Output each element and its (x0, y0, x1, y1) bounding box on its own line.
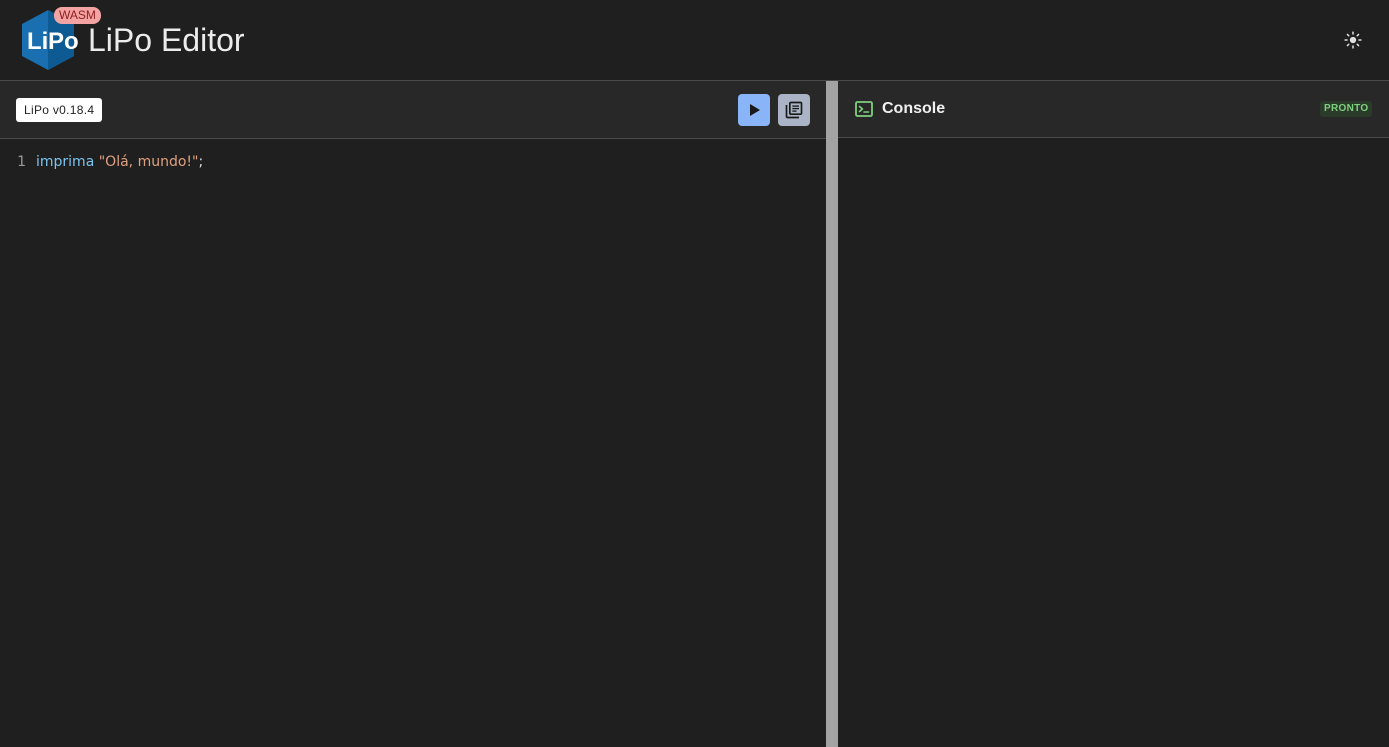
theme-toggle-button[interactable] (1338, 25, 1368, 55)
panel-splitter[interactable] (826, 81, 838, 747)
library-books-icon (785, 101, 803, 119)
app-header: Li Po WASM LiPo Editor (0, 0, 1389, 81)
line-number: 1 (17, 154, 26, 170)
code-punctuation: ; (198, 154, 204, 170)
app-title: LiPo Editor (88, 22, 245, 58)
terminal-icon (855, 101, 873, 117)
editor-panel: LiPo v0.18.4 1 imprima "Olá, mundo!"; (0, 81, 826, 747)
sun-icon (1344, 31, 1362, 49)
code-text[interactable]: imprima "Olá, mundo!"; (36, 152, 203, 172)
status-badge: PRONTO (1320, 101, 1373, 117)
docs-button[interactable] (778, 94, 810, 126)
console-title: Console (882, 100, 946, 117)
svg-text:Li: Li (27, 28, 48, 55)
run-button[interactable] (738, 94, 770, 126)
code-string: "Olá, mundo!" (98, 154, 199, 170)
code-editor[interactable]: 1 imprima "Olá, mundo!"; (0, 140, 826, 747)
svg-text:Po: Po (48, 28, 78, 55)
play-icon (750, 104, 760, 116)
code-keyword: imprima (36, 154, 95, 170)
console-header: Console PRONTO (838, 81, 1389, 138)
console-panel: Console PRONTO (838, 81, 1389, 747)
version-chip: LiPo v0.18.4 (16, 98, 103, 122)
code-line: 1 imprima "Olá, mundo!"; (0, 152, 826, 172)
editor-toolbar: LiPo v0.18.4 (0, 81, 826, 139)
console-output[interactable] (838, 138, 1389, 747)
